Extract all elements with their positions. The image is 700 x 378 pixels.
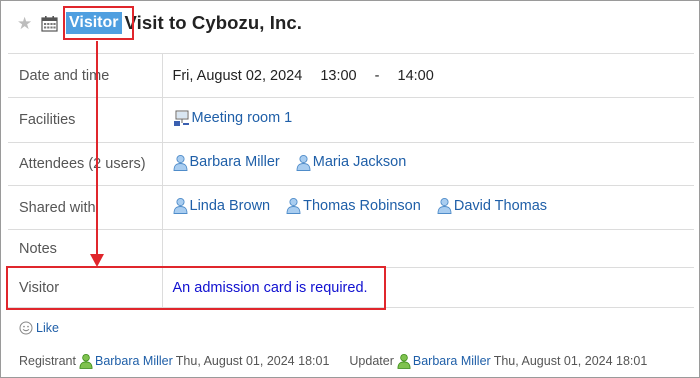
- datetime-label: Date and time: [8, 53, 163, 98]
- facility-link[interactable]: Meeting room 1: [173, 110, 293, 127]
- start-time: 13:00: [320, 67, 357, 84]
- updater-link[interactable]: Barbara Miller: [397, 353, 491, 369]
- date-text: Fri, August 02, 2024: [172, 67, 303, 84]
- attendees-value: Barbara Miller Maria Jackson: [162, 142, 694, 186]
- facility-icon: [173, 110, 189, 126]
- row-attendees: Attendees (2 users) Barbara Miller Maria…: [8, 142, 694, 186]
- schedule-header: ★ Visitor Visit to Cybozu, Inc.: [17, 9, 302, 37]
- user-icon: [437, 197, 452, 214]
- user-icon: [286, 197, 301, 214]
- user-icon: [173, 197, 187, 214]
- row-facilities: Facilities Meeting room 1: [8, 97, 694, 143]
- notes-value: [162, 229, 694, 268]
- user-icon: [296, 154, 311, 171]
- facilities-label: Facilities: [8, 97, 163, 143]
- attendee-name: Maria Jackson: [312, 154, 407, 170]
- schedule-detail-window: ★ Visitor Visit to Cybozu, Inc. Date and…: [0, 0, 700, 378]
- attendee-name: Barbara Miller: [189, 154, 280, 170]
- user-icon: [79, 353, 93, 369]
- registrant-label: Registrant: [19, 354, 76, 368]
- registrant-link[interactable]: Barbara Miller: [79, 353, 173, 369]
- star-icon[interactable]: ★: [17, 15, 35, 32]
- updater-time: Thu, August 01, 2024 18:01: [493, 354, 648, 368]
- facility-name: Meeting room 1: [191, 110, 293, 126]
- shared-with-label: Shared with: [8, 185, 163, 230]
- shared-user-name: David Thomas: [453, 197, 548, 214]
- footer-meta: Registrant Barbara Miller Thu, August 01…: [19, 353, 647, 369]
- time-separator: -: [374, 67, 380, 84]
- like-link[interactable]: Like: [36, 321, 59, 335]
- row-shared-with: Shared with Linda Brown Thomas Robinson …: [8, 185, 694, 230]
- user-icon: [173, 154, 187, 171]
- attendee-link[interactable]: Maria Jackson: [296, 154, 406, 171]
- row-notes: Notes: [8, 229, 694, 268]
- row-datetime: Date and time Fri, August 02, 2024 13:00…: [8, 53, 694, 98]
- like-control: Like: [19, 321, 59, 335]
- badge-highlight-box: [63, 6, 134, 40]
- shared-user-link[interactable]: Linda Brown: [173, 197, 271, 214]
- updater-label: Updater: [349, 354, 394, 368]
- registrant-time: Thu, August 01, 2024 18:01: [175, 354, 330, 368]
- shared-user-link[interactable]: David Thomas: [437, 197, 547, 214]
- like-icon: [19, 321, 33, 335]
- attendee-link[interactable]: Barbara Miller: [173, 154, 280, 171]
- shared-user-name: Thomas Robinson: [303, 197, 421, 214]
- end-time: 14:00: [397, 67, 434, 84]
- updater-name: Barbara Miller: [412, 354, 491, 368]
- notes-label: Notes: [8, 229, 163, 268]
- shared-user-name: Linda Brown: [189, 197, 271, 214]
- visitor-highlight-box: [6, 266, 386, 310]
- user-icon: [397, 353, 411, 369]
- datetime-value: Fri, August 02, 2024 13:00 - 14:00: [162, 53, 694, 98]
- calendar-icon: [41, 15, 58, 32]
- page-title: Visit to Cybozu, Inc.: [124, 12, 303, 33]
- shared-user-link[interactable]: Thomas Robinson: [286, 197, 421, 214]
- facilities-value: Meeting room 1: [162, 97, 694, 143]
- attendees-label: Attendees (2 users): [8, 142, 163, 186]
- shared-with-value: Linda Brown Thomas Robinson David Thomas: [162, 185, 694, 230]
- registrant-name: Barbara Miller: [94, 354, 173, 368]
